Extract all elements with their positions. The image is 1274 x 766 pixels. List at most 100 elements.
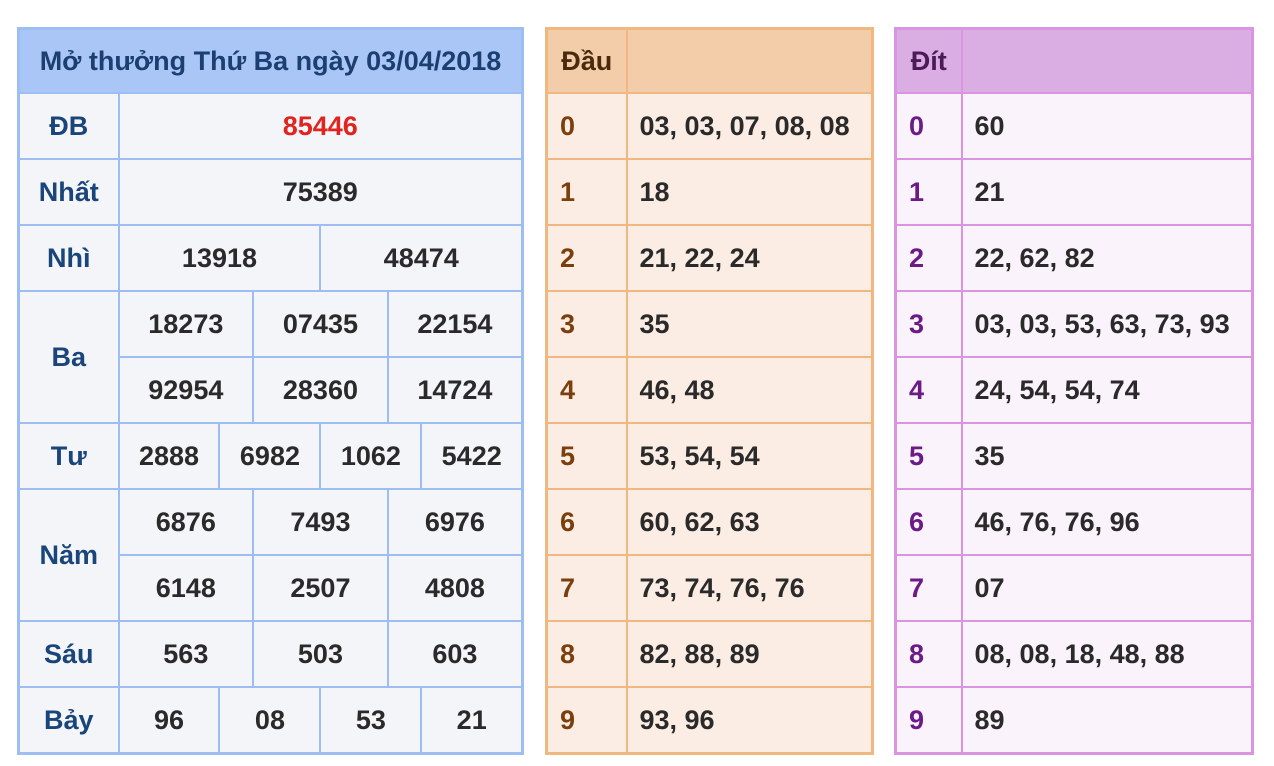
prize-row-db: ĐB 85446 (17, 92, 524, 160)
prize-value-nam: 2507 (252, 554, 389, 622)
dit-digit: 0 (894, 92, 963, 160)
dau-row: 1 18 (545, 158, 874, 226)
prize-value-nhi: 13918 (117, 224, 322, 292)
prize-row-nhi: Nhì 13918 48474 (17, 224, 524, 292)
dit-digit: 9 (894, 686, 963, 755)
dit-digit: 1 (894, 158, 963, 226)
dau-row: 3 35 (545, 290, 874, 358)
dau-row: 4 46, 48 (545, 356, 874, 424)
dau-row: 2 21, 22, 24 (545, 224, 874, 292)
dau-digit: 2 (545, 224, 628, 292)
prize-value-sau: 563 (117, 620, 255, 688)
dau-values: 93, 96 (625, 686, 874, 755)
dau-digit: 7 (545, 554, 628, 622)
dau-values: 60, 62, 63 (625, 488, 874, 556)
prize-label-bay: Bảy (17, 686, 120, 755)
dit-values: 21 (960, 158, 1254, 226)
dau-row: 9 93, 96 (545, 686, 874, 755)
prize-label-nhat: Nhất (17, 158, 120, 226)
dau-header: Đầu (545, 27, 628, 94)
dau-header-blank (625, 27, 874, 94)
dit-digit: 7 (894, 554, 963, 622)
dit-row: 0 60 (894, 92, 1254, 160)
dau-row: 8 82, 88, 89 (545, 620, 874, 688)
prize-value-tu: 1062 (319, 422, 423, 490)
dit-row: 3 03, 03, 53, 63, 73, 93 (894, 290, 1254, 358)
prize-row-bay: Bảy 96 08 53 21 (17, 686, 524, 755)
dau-values: 82, 88, 89 (625, 620, 874, 688)
prize-label-tu: Tư (17, 422, 120, 490)
dau-header-row: Đầu (545, 27, 874, 94)
prize-label-ba: Ba (17, 290, 120, 424)
prize-label-db: ĐB (17, 92, 120, 160)
dau-values: 03, 03, 07, 08, 08 (625, 92, 874, 160)
results-title: Mở thưởng Thứ Ba ngày 03/04/2018 (17, 27, 524, 94)
dit-row: 8 08, 08, 18, 48, 88 (894, 620, 1254, 688)
prize-row-ba: Ba 18273 07435 22154 (17, 290, 524, 424)
dit-row: 6 46, 76, 76, 96 (894, 488, 1254, 556)
dau-digit: 6 (545, 488, 628, 556)
dau-digit: 5 (545, 422, 628, 490)
dit-values: 89 (960, 686, 1254, 755)
dit-row: 5 35 (894, 422, 1254, 490)
dit-row: 9 89 (894, 686, 1254, 755)
prize-value-ba: 28360 (252, 356, 389, 424)
dit-values: 22, 62, 82 (960, 224, 1254, 292)
dit-row: 1 21 (894, 158, 1254, 226)
prize-label-nam: Năm (17, 488, 120, 622)
dit-row: 4 24, 54, 54, 74 (894, 356, 1254, 424)
dau-digit: 8 (545, 620, 628, 688)
dau-values: 46, 48 (625, 356, 874, 424)
prize-row-nam: Năm 6876 7493 6976 (17, 488, 524, 622)
dit-values: 46, 76, 76, 96 (960, 488, 1254, 556)
prize-value-tu: 5422 (420, 422, 524, 490)
dau-values: 73, 74, 76, 76 (625, 554, 874, 622)
prize-value-tu: 2888 (117, 422, 221, 490)
prize-row-tu: Tư 2888 6982 1062 5422 (17, 422, 524, 490)
prize-value-nhat: 75389 (117, 158, 524, 226)
dau-digit: 9 (545, 686, 628, 755)
dit-header: Đít (894, 27, 963, 94)
dit-table: Đít 0 60 1 21 2 22, 62, 82 3 03, 03, 53, 63, 73… (894, 27, 1254, 755)
prize-value-ba: 14724 (386, 356, 524, 424)
dit-digit: 2 (894, 224, 963, 292)
prize-value-ba: 22154 (386, 290, 524, 358)
prize-value-bay: 08 (218, 686, 322, 755)
dau-row: 0 03, 03, 07, 08, 08 (545, 92, 874, 160)
prize-row-sau: Sáu 563 503 603 (17, 620, 524, 688)
prize-row-nhat: Nhất 75389 (17, 158, 524, 226)
dit-digit: 4 (894, 356, 963, 424)
dau-table: Đầu 0 03, 03, 07, 08, 08 1 18 2 21, 22, 24 3 35… (545, 27, 874, 755)
dau-digit: 4 (545, 356, 628, 424)
dit-values: 35 (960, 422, 1254, 490)
dau-values: 35 (625, 290, 874, 358)
dau-values: 53, 54, 54 (625, 422, 874, 490)
prize-value-nam: 7493 (252, 488, 389, 556)
dit-values: 60 (960, 92, 1254, 160)
prize-value-sau: 603 (386, 620, 524, 688)
prize-value-ba: 07435 (252, 290, 389, 358)
dit-digit: 5 (894, 422, 963, 490)
dit-digit: 6 (894, 488, 963, 556)
dau-row: 5 53, 54, 54 (545, 422, 874, 490)
dau-values: 21, 22, 24 (625, 224, 874, 292)
dit-values: 07 (960, 554, 1254, 622)
dit-values: 24, 54, 54, 74 (960, 356, 1254, 424)
prize-label-nhi: Nhì (17, 224, 120, 292)
prize-value-tu: 6982 (218, 422, 322, 490)
dit-digit: 8 (894, 620, 963, 688)
dit-header-blank (960, 27, 1254, 94)
dit-values: 03, 03, 53, 63, 73, 93 (960, 290, 1254, 358)
dit-header-row: Đít (894, 27, 1254, 94)
dau-row: 6 60, 62, 63 (545, 488, 874, 556)
prize-value-ba: 92954 (117, 356, 255, 424)
dit-row: 2 22, 62, 82 (894, 224, 1254, 292)
prize-value-bay: 21 (420, 686, 524, 755)
dit-values: 08, 08, 18, 48, 88 (960, 620, 1254, 688)
prize-label-sau: Sáu (17, 620, 120, 688)
results-table: Mở thưởng Thứ Ba ngày 03/04/2018 ĐB 8544… (17, 27, 524, 755)
prize-value-nam: 6876 (117, 488, 255, 556)
prize-value-nam: 6148 (117, 554, 255, 622)
prize-value-db: 85446 (117, 92, 524, 160)
prize-value-bay: 96 (117, 686, 221, 755)
